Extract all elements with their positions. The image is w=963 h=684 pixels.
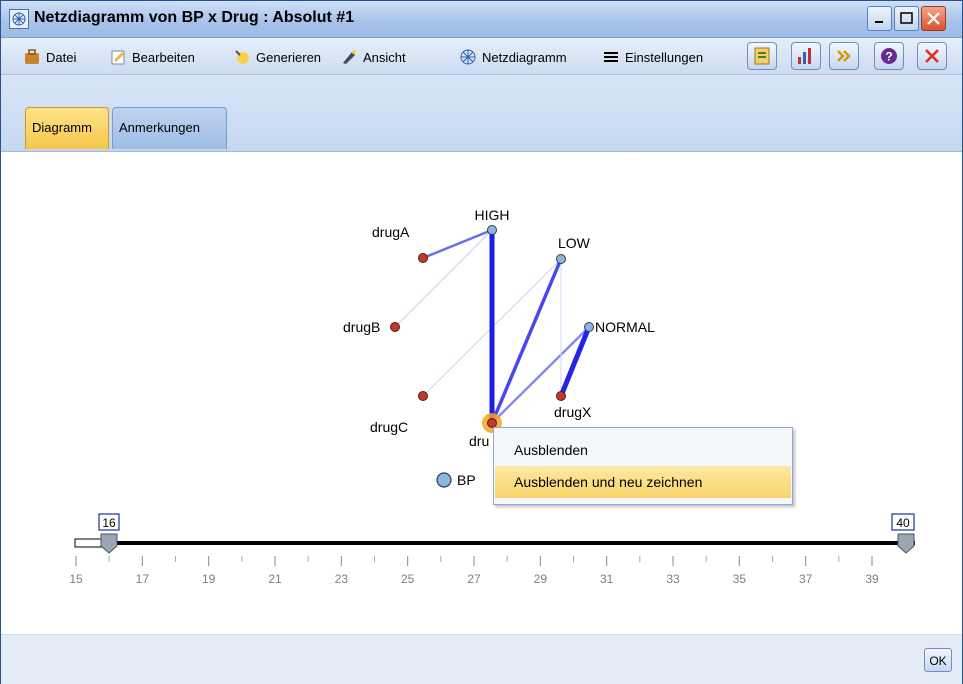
menu-datei[interactable]: Datei [23,47,76,67]
slider-tick-label: 19 [202,572,216,586]
web-icon [460,49,476,65]
minimize-icon [875,21,883,23]
menu-label: Bearbeiten [132,49,195,65]
slider-tick-label: 35 [733,572,747,586]
help-button[interactable]: ? [874,42,904,70]
node-drugC[interactable] [418,391,428,401]
maximize-icon [900,12,913,24]
slider-tick-label: 25 [401,572,415,586]
web-graph: HIGH LOW NORMAL drugA drugB drugC drugX … [69,207,915,586]
slider-max-handle[interactable] [897,533,915,554]
tab-bar: Diagramm Anmerkungen [1,75,962,152]
context-item-ausblenden[interactable]: Ausblenden [495,434,791,466]
generate-icon [235,50,249,64]
svg-text:?: ? [885,50,892,64]
close-panel-button[interactable] [917,42,947,70]
menu-bearbeiten[interactable]: Bearbeiten [109,47,195,67]
web-graph-canvas: HIGH LOW NORMAL drugA drugB drugC drugX … [1,152,962,634]
node-label-drugA: drugA [372,224,410,240]
slider-max-value: 40 [896,516,910,530]
menu-label: Ansicht [363,49,406,65]
node-label-drugY: dru [469,433,489,449]
slider-ticks: 15 17 19 21 23 25 27 29 31 33 35 37 39 [69,556,879,586]
node-drugX[interactable] [556,391,566,401]
menu-generieren[interactable]: Generieren [233,47,321,67]
slider-tick-label: 37 [799,572,813,586]
legend-bp-marker [436,472,452,488]
slider-min-value: 16 [102,516,116,530]
edit-icon [111,50,125,65]
context-item-ausblenden-neu-zeichnen[interactable]: Ausblenden und neu zeichnen [495,466,791,498]
slider-tick-label: 33 [666,572,680,586]
node-drugA[interactable] [418,253,428,263]
export-icon [754,47,770,65]
minimize-button[interactable] [867,6,892,31]
menu-label: Netzdiagramm [482,49,567,65]
node-NORMAL[interactable] [584,322,594,332]
tab-label: Diagramm [32,120,92,135]
node-label-LOW: LOW [558,235,591,251]
node-label-drugB: drugB [343,319,380,335]
link-drugX-NORMAL[interactable] [558,326,592,397]
link-drugB-HIGH[interactable] [394,229,493,328]
node-HIGH[interactable] [487,225,497,235]
node-label-drugX: drugX [554,404,592,420]
title-bar: Netzdiagramm von BP x Drug : Absolut #1 [1,1,962,38]
slider-tick-label: 21 [268,572,282,586]
bottom-bar [1,634,962,684]
context-menu: Ausblenden Ausblenden und neu zeichnen [493,427,793,505]
node-label-drugC: drugC [370,419,408,435]
legend-bp-label: BP [457,472,476,488]
tab-anmerkungen[interactable]: Anmerkungen [112,107,227,149]
tab-label: Anmerkungen [119,120,200,135]
briefcase-icon [25,49,39,64]
link-drugA-HIGH[interactable] [422,228,493,260]
more-button[interactable] [829,42,859,70]
maximize-button[interactable] [894,6,919,31]
menu-label: Einstellungen [625,49,704,65]
menu-toolbar: Datei Bearbeiten Generieren Ansicht Netz… [1,38,962,75]
double-chevron-right-icon [837,50,851,62]
menu-label: Generieren [256,49,322,65]
slider-tick-label: 15 [69,572,83,586]
export-button[interactable] [747,42,777,70]
chart-add-icon [798,48,811,64]
help-icon: ? [881,48,897,64]
slider-tick-label: 23 [335,572,349,586]
web-graph-icon [9,9,29,29]
slider-tick-label: 27 [467,572,481,586]
node-label-NORMAL: NORMAL [595,319,655,335]
node-LOW[interactable] [556,254,566,264]
slider-track[interactable] [75,541,915,545]
app-window: Netzdiagramm von BP x Drug : Absolut #1 … [0,0,963,684]
slider-tick-label: 31 [600,572,614,586]
slider-min-handle[interactable] [100,533,118,554]
ok-button[interactable]: OK [924,648,952,672]
slider-tick-label: 17 [136,572,150,586]
menu-einstellungen[interactable]: Einstellungen [602,47,703,67]
menu-lines-icon [604,52,618,62]
close-window-button[interactable] [921,6,946,31]
add-to-project-button[interactable] [791,42,821,70]
node-label-HIGH: HIGH [475,207,510,223]
menu-label: Datei [46,49,77,65]
node-drugB[interactable] [390,322,400,332]
slider-tick-label: 29 [534,572,548,586]
slider-tick-label: 39 [865,572,879,586]
link-drugY-LOW[interactable] [490,258,563,424]
menu-ansicht[interactable]: Ansicht [340,47,406,67]
close-icon [927,12,940,25]
menu-netzdiagramm[interactable]: Netzdiagramm [459,47,567,67]
tab-diagramm[interactable]: Diagramm [25,107,109,149]
view-icon [343,50,356,64]
window-title: Netzdiagramm von BP x Drug : Absolut #1 [34,9,355,26]
close-icon [925,49,939,63]
